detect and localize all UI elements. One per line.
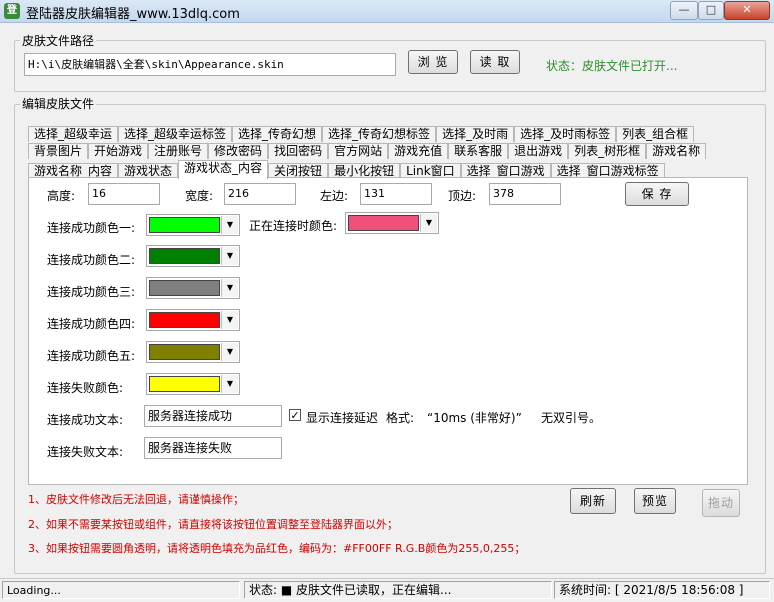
tab-timely-rain[interactable]: 选择_及时雨 (436, 126, 515, 142)
color3-picker[interactable]: ▼ (146, 277, 240, 299)
connecting-color-label: 正在连接时颜色: (249, 219, 338, 233)
color5-label: 连接成功颜色五: (47, 349, 136, 363)
tab-timely-rain-label[interactable]: 选择_及时雨标签 (514, 126, 617, 142)
fail-color-picker[interactable]: ▼ (146, 373, 240, 395)
tab-legend-fantasy[interactable]: 选择_传奇幻想 (232, 126, 323, 142)
skin-path-input[interactable]: H:\i\皮肤编辑器\全套\skin\Appearance.skin (24, 53, 396, 76)
color4-label: 连接成功颜色四: (47, 317, 136, 331)
title-bar: 登 登陆器皮肤编辑器_www.13dlq.com — □ ✕ (0, 0, 774, 23)
show-delay-checkbox[interactable]: ✓ (289, 409, 301, 421)
app-logo-icon: 登 (4, 3, 20, 19)
tab-list-tree[interactable]: 列表_树形框 (568, 143, 647, 159)
path-group-legend: 皮肤文件路径 (20, 32, 97, 49)
tab-change-password[interactable]: 修改密码 (208, 143, 269, 159)
chevron-down-icon[interactable]: ▼ (420, 214, 437, 232)
maximize-icon[interactable]: □ (698, 1, 724, 20)
chevron-down-icon[interactable]: ▼ (221, 216, 238, 234)
drag-button[interactable]: 拖动 (702, 489, 740, 517)
color2-swatch (149, 248, 220, 264)
color3-label: 连接成功颜色三: (47, 285, 136, 299)
format-value: “10ms (非常好)” (427, 411, 522, 425)
fail-text-input[interactable]: 服务器连接失败 (144, 437, 282, 459)
color2-picker[interactable]: ▼ (146, 245, 240, 267)
tab-list-combobox[interactable]: 列表_组合框 (616, 126, 695, 142)
width-input[interactable]: 216 (224, 183, 296, 205)
format-label: 格式: (386, 411, 415, 425)
color3-swatch (149, 280, 220, 296)
status-bar: Loading... 状态: ■ 皮肤文件已读取，正在编辑... 系统时间: [… (0, 578, 774, 602)
left-input[interactable]: 131 (360, 183, 432, 205)
edit-group-legend: 编辑皮肤文件 (20, 95, 97, 112)
tab-exit-game[interactable]: 退出游戏 (508, 143, 569, 159)
fail-text-label: 连接失败文本: (47, 445, 124, 459)
fail-color-swatch (149, 376, 220, 392)
connecting-color-picker[interactable]: ▼ (345, 212, 439, 234)
tab-register-account[interactable]: 注册账号 (148, 143, 209, 159)
tab-recover-password[interactable]: 找回密码 (268, 143, 329, 159)
save-button[interactable]: 保 存 (625, 182, 689, 206)
color1-picker[interactable]: ▼ (146, 214, 240, 236)
tab-super-lucky[interactable]: 选择_超级幸运 (28, 126, 119, 142)
chevron-down-icon[interactable]: ▼ (221, 375, 238, 393)
show-delay-label: 显示连接延迟 (306, 411, 379, 425)
chevron-down-icon[interactable]: ▼ (221, 343, 238, 361)
tab-row-1: 选择_超级幸运 选择_超级幸运标签 选择_传奇幻想 选择_传奇幻想标签 选择_及… (28, 126, 695, 142)
color4-picker[interactable]: ▼ (146, 309, 240, 331)
note-3: 3、如果按钮需要圆角透明，请将透明色填充为品红色，编码为：#FF00FF R.G… (28, 542, 526, 555)
chevron-down-icon[interactable]: ▼ (221, 311, 238, 329)
tab-game-name[interactable]: 游戏名称 (646, 143, 707, 159)
chevron-down-icon[interactable]: ▼ (221, 279, 238, 297)
path-status-text: 状态：皮肤文件已打开... (546, 59, 678, 73)
tab-row-2: 背景图片 开始游戏 注册账号 修改密码 找回密码 官方网站 游戏充值 联系客服 … (28, 143, 707, 159)
tab-legend-fantasy-label[interactable]: 选择_传奇幻想标签 (322, 126, 437, 142)
success-text-input[interactable]: 服务器连接成功 (144, 405, 282, 427)
tab-start-game[interactable]: 开始游戏 (88, 143, 149, 159)
width-label: 宽度: (185, 189, 214, 203)
refresh-button[interactable]: 刷新 (570, 488, 616, 514)
preview-button[interactable]: 预览 (634, 488, 676, 514)
note-2: 2、如果不需要某按钮或组件，请直接将该按钮位置调整至登陆器界面以外； (28, 518, 398, 531)
chevron-down-icon[interactable]: ▼ (221, 247, 238, 265)
color1-swatch (149, 217, 220, 233)
color4-swatch (149, 312, 220, 328)
tab-super-lucky-label[interactable]: 选择_超级幸运标签 (118, 126, 233, 142)
read-button[interactable]: 读 取 (470, 50, 520, 74)
tab-game-recharge[interactable]: 游戏充值 (388, 143, 449, 159)
status-loading: Loading... (2, 581, 240, 599)
status-message: 状态: ■ 皮肤文件已读取，正在编辑... (244, 581, 552, 599)
no-quote-label: 无双引号。 (541, 411, 602, 425)
connecting-color-swatch (348, 215, 419, 231)
color1-label: 连接成功颜色一: (47, 221, 136, 235)
top-label: 顶边: (448, 189, 477, 203)
color2-label: 连接成功颜色二: (47, 253, 136, 267)
minimize-icon[interactable]: — (670, 1, 698, 20)
height-input[interactable]: 16 (88, 183, 160, 205)
color5-swatch (149, 344, 220, 360)
left-label: 左边: (320, 189, 349, 203)
height-label: 高度: (47, 189, 76, 203)
tab-game-status-content[interactable]: 游戏状态_内容 (178, 160, 269, 179)
status-system-time: 系统时间: [ 2021/8/5 18:56:08 ] (554, 581, 770, 599)
close-icon[interactable]: ✕ (724, 1, 770, 20)
color5-picker[interactable]: ▼ (146, 341, 240, 363)
tab-official-site[interactable]: 官方网站 (328, 143, 389, 159)
tab-panel: 高度: 16 宽度: 216 左边: 131 顶边: 378 保 存 连接成功颜… (28, 177, 748, 485)
fail-color-label: 连接失败颜色: (47, 381, 124, 395)
window-title: 登陆器皮肤编辑器_www.13dlq.com (26, 7, 240, 22)
note-1: 1、皮肤文件修改后无法回退，请谨慎操作； (28, 493, 244, 506)
success-text-label: 连接成功文本: (47, 413, 124, 427)
browse-button[interactable]: 浏 览 (408, 50, 458, 74)
top-input[interactable]: 378 (489, 183, 561, 205)
tab-contact-service[interactable]: 联系客服 (448, 143, 509, 159)
tab-background-image[interactable]: 背景图片 (28, 143, 89, 159)
